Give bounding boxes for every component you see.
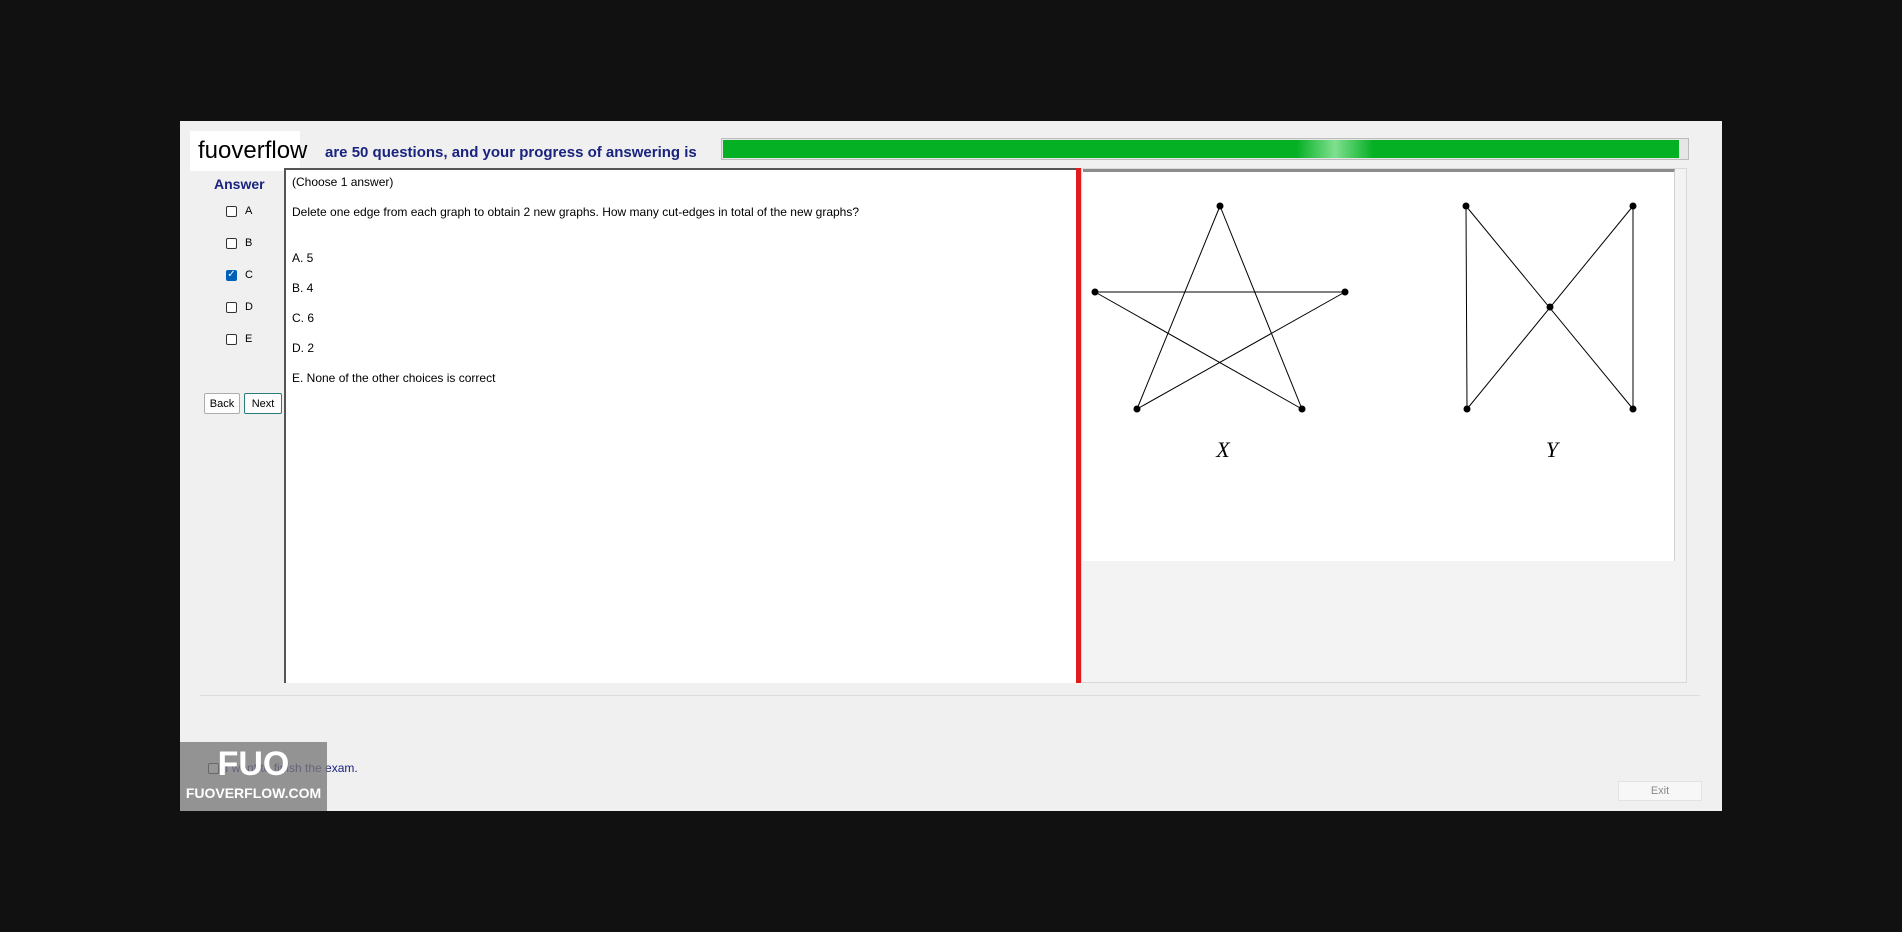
choice-label: E (245, 333, 253, 345)
checkbox[interactable] (226, 237, 237, 249)
option-b: B. 4 (292, 281, 314, 295)
option-c: C. 6 (292, 311, 315, 325)
choice-label: B (245, 237, 253, 249)
choice-d[interactable]: D (226, 299, 253, 315)
watermark-badge: FUO FUOVERFLOW.COM (180, 742, 327, 811)
back-button[interactable]: Back (204, 393, 240, 414)
graph-figure: X Y (1091, 202, 1637, 462)
progress-bar (721, 138, 1689, 160)
checkbox[interactable] (226, 301, 237, 313)
figure-panel: X Y (1083, 169, 1675, 561)
next-button[interactable]: Next (244, 393, 282, 414)
answer-title: Answer (214, 176, 265, 192)
graph-x-vertices (1091, 202, 1349, 413)
checkbox[interactable] (226, 333, 237, 345)
option-a: A. 5 (292, 251, 314, 265)
watermark-site: FUOVERFLOW.COM (185, 785, 322, 801)
checkbox[interactable] (226, 205, 237, 217)
exam-window: fuoverflow are 50 questions, and your pr… (180, 121, 1722, 811)
choice-b[interactable]: B (226, 235, 252, 251)
choice-a[interactable]: A (226, 203, 252, 219)
logo: fuoverflow (190, 131, 307, 171)
panel-splitter[interactable] (1076, 168, 1081, 683)
question-text: Delete one edge from each graph to obtai… (292, 205, 860, 219)
choice-label: A (245, 205, 253, 217)
question-panel: (Choose 1 answer) Delete one edge from e… (284, 168, 1079, 683)
option-d: D. 2 (292, 341, 315, 355)
choice-label: D (245, 301, 253, 313)
graph-x-label: X (1215, 437, 1231, 462)
choice-e[interactable]: E (226, 331, 252, 347)
checkbox[interactable]: ✓ (226, 269, 237, 281)
question-instruction: (Choose 1 answer) (292, 175, 394, 189)
progress-bar-fill (723, 140, 1680, 158)
progress-text: are 50 questions, and your progress of a… (325, 144, 697, 161)
option-e: E. None of the other choices is correct (292, 371, 496, 385)
choice-label: C (245, 269, 253, 281)
choice-c[interactable]: ✓ C (226, 267, 253, 283)
bottom-divider (200, 695, 1700, 696)
graph-x-edges (1094, 205, 1346, 410)
exit-button[interactable]: Exit (1618, 781, 1702, 801)
watermark-logo: FUO (217, 745, 290, 783)
graph-y-label: Y (1546, 437, 1561, 462)
